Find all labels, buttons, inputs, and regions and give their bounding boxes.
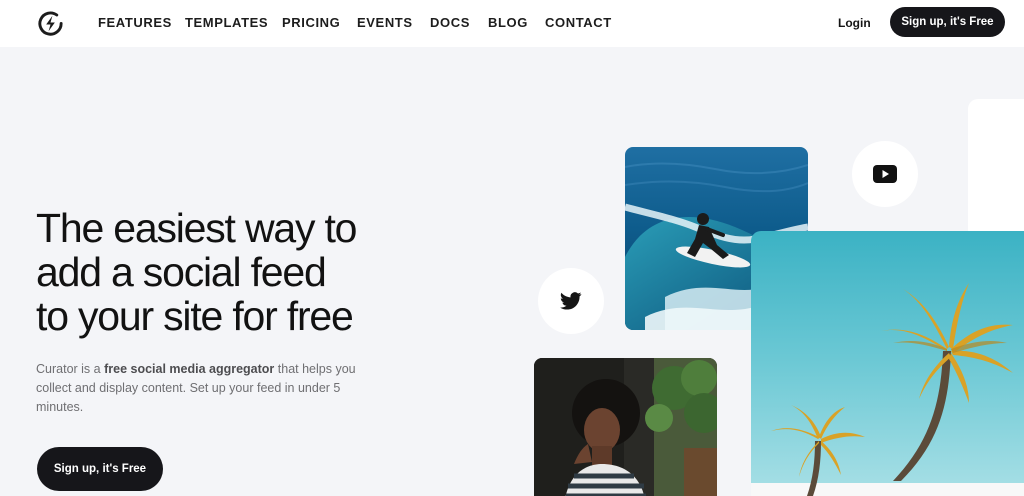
- youtube-icon-bubble[interactable]: [852, 141, 918, 207]
- twitter-icon: [560, 292, 582, 310]
- nav-pricing[interactable]: PRICING: [282, 15, 340, 30]
- nav-templates[interactable]: TEMPLATES: [185, 15, 268, 30]
- twitter-icon-bubble[interactable]: [538, 268, 604, 334]
- hero-description: Curator is a free social media aggregato…: [36, 360, 381, 417]
- header-signup-button[interactable]: Sign up, it's Free: [890, 7, 1005, 37]
- nav-docs[interactable]: DOCS: [430, 15, 470, 30]
- hero-headline-line-1: The easiest way to: [36, 205, 357, 251]
- portrait-photo: [534, 358, 717, 496]
- palm-trees-photo: [751, 231, 1024, 496]
- nav-contact[interactable]: CONTACT: [545, 15, 612, 30]
- hero-headline-line-3: to your site for free: [36, 293, 354, 339]
- top-navigation-bar: FEATURES TEMPLATES PRICING EVENTS DOCS B…: [0, 0, 1024, 47]
- login-link[interactable]: Login: [838, 16, 871, 30]
- hero-description-pre: Curator is a: [36, 362, 105, 376]
- nav-blog[interactable]: BLOG: [488, 15, 528, 30]
- hero-headline: The easiest way to add a social feed to …: [36, 206, 416, 338]
- nav-features[interactable]: FEATURES: [98, 15, 172, 30]
- feed-preview-panel: [968, 99, 1024, 239]
- hero-headline-line-2: add a social feed: [36, 249, 327, 295]
- hero-signup-button[interactable]: Sign up, it's Free: [37, 447, 163, 491]
- nav-events[interactable]: EVENTS: [357, 15, 413, 30]
- curator-logo-icon[interactable]: [36, 9, 65, 38]
- youtube-icon: [873, 165, 897, 183]
- hero-description-bold: free social media aggregator: [104, 362, 275, 376]
